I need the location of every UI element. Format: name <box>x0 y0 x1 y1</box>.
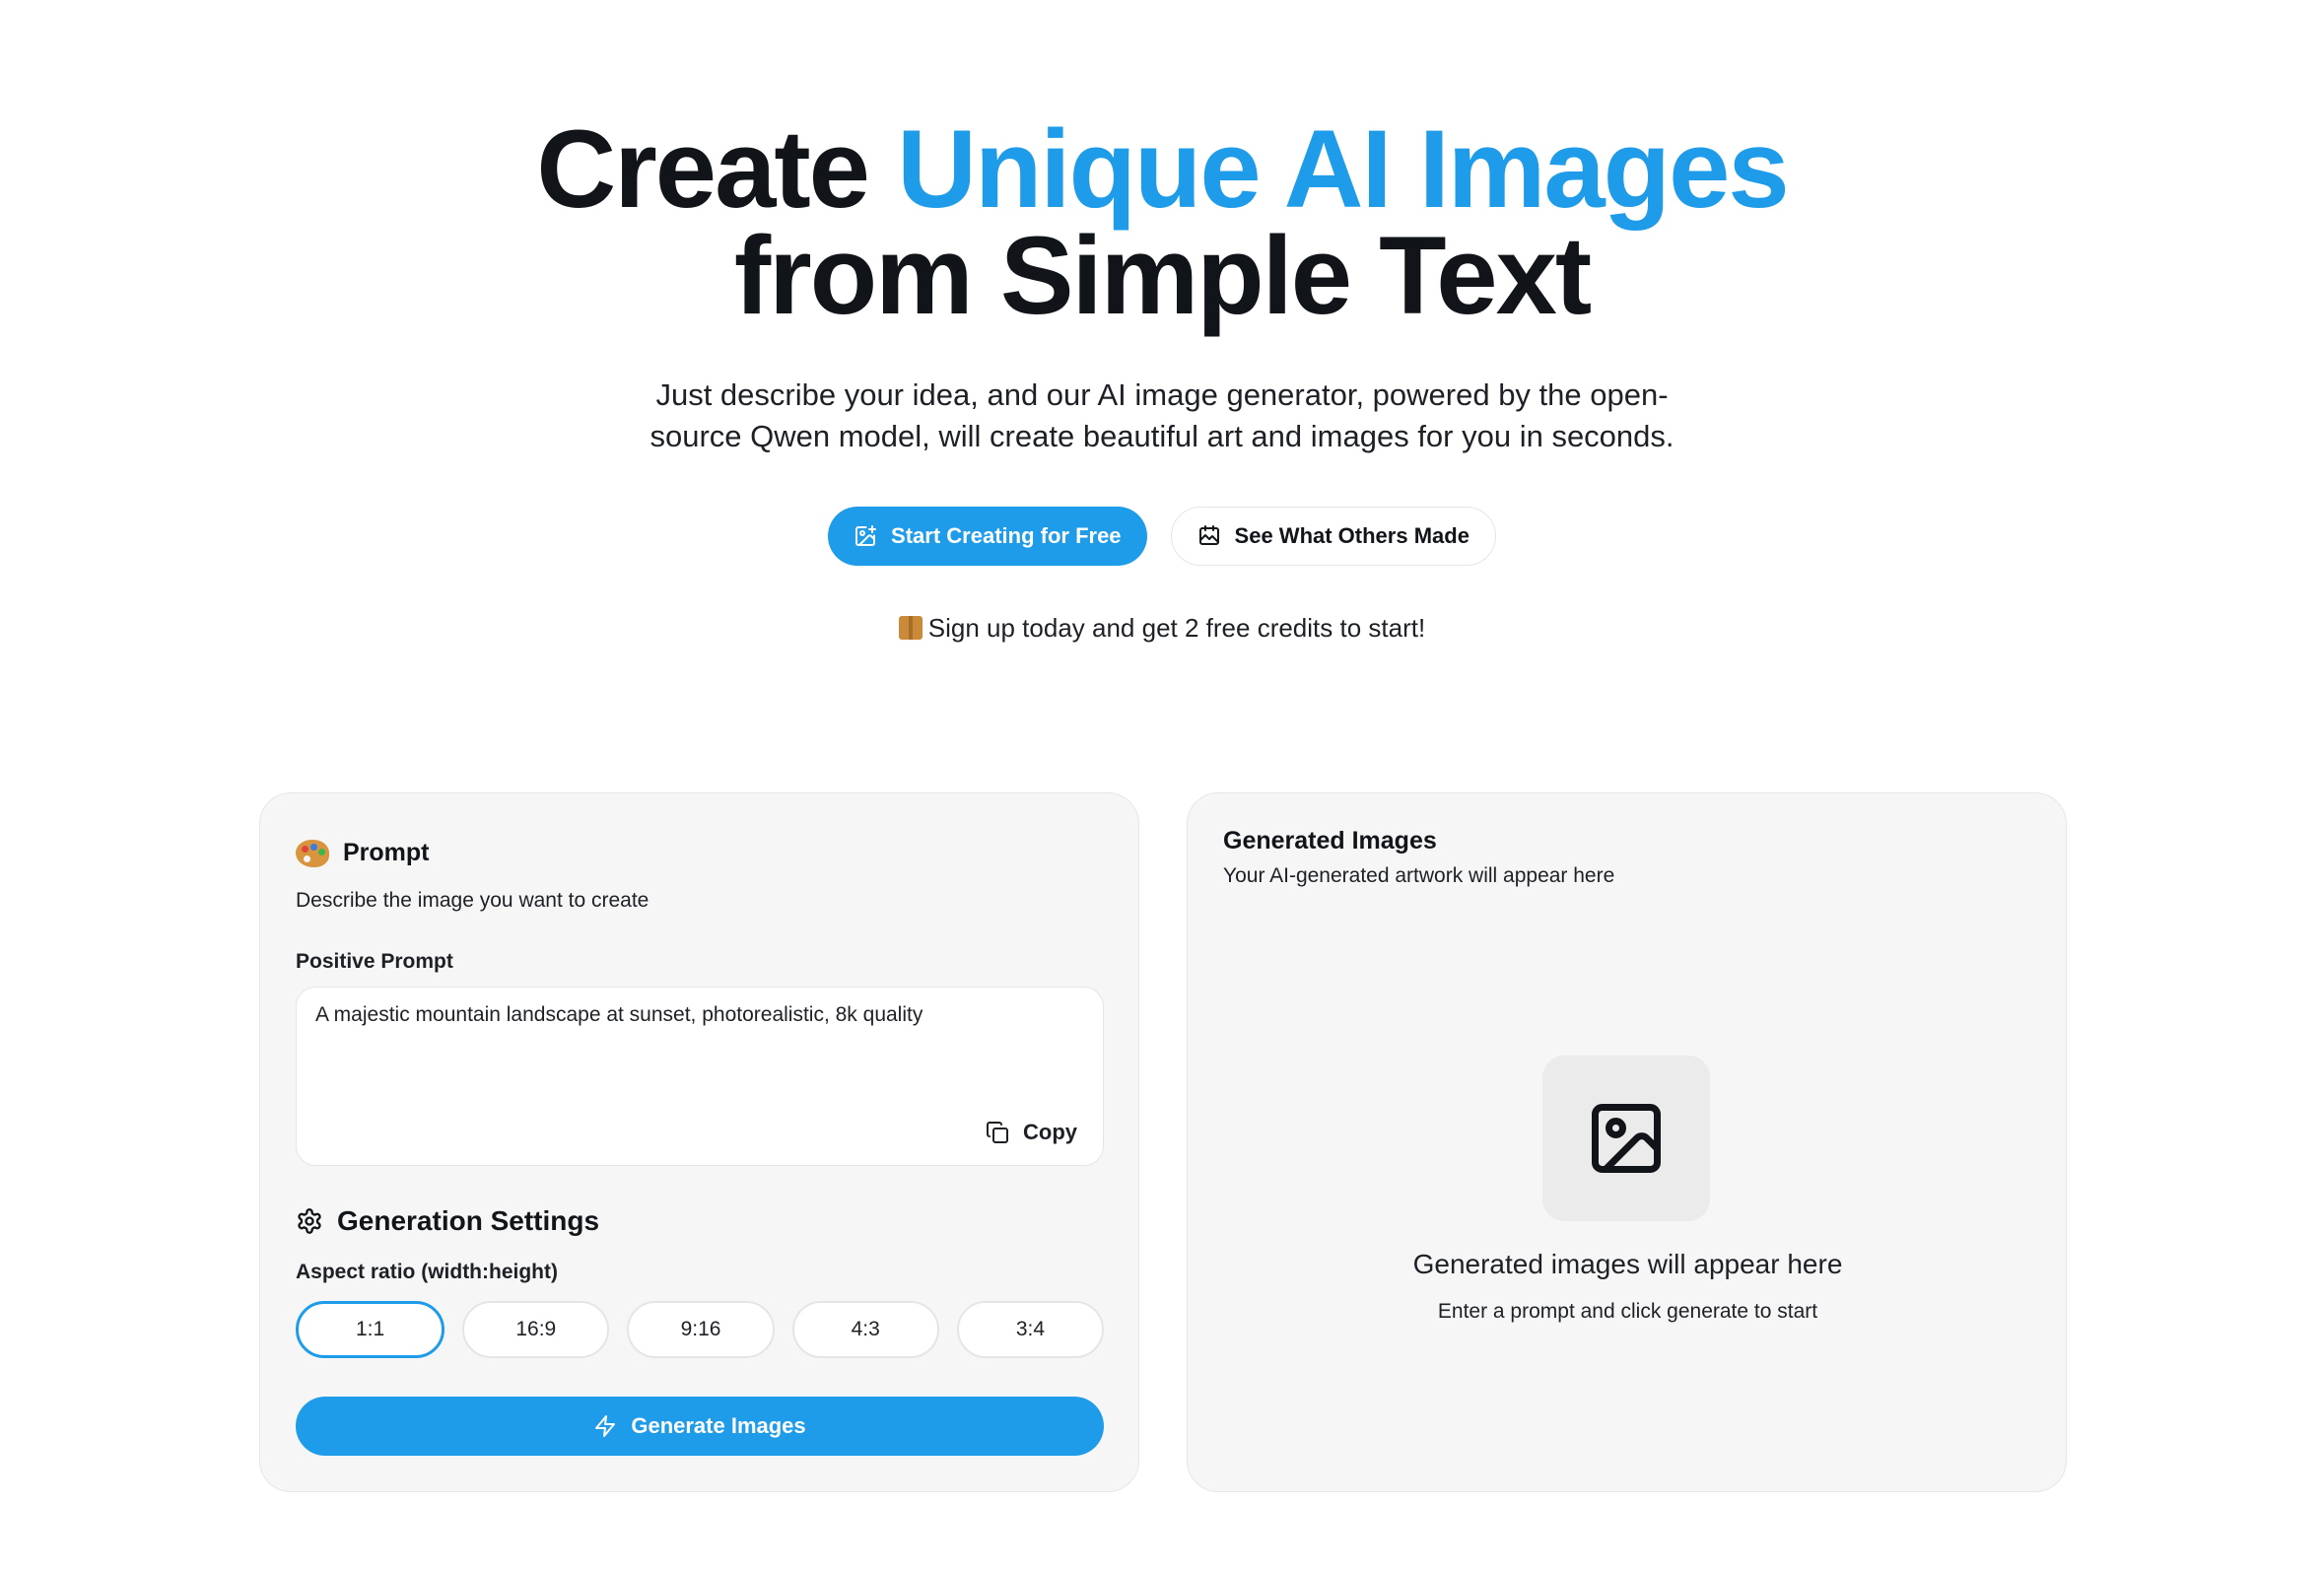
aspect-ratio-label: Aspect ratio (width:height) <box>296 1261 558 1283</box>
positive-prompt-value: A majestic mountain landscape at sunset,… <box>315 1003 923 1026</box>
aspect-ratio-options: 1:1 16:9 9:16 4:3 3:4 <box>296 1301 1105 1358</box>
copy-button[interactable]: Copy <box>986 1120 1077 1145</box>
aspect-option-4-3[interactable]: 4:3 <box>791 1301 939 1358</box>
image-plus-icon <box>855 525 877 546</box>
generate-images-label: Generate Images <box>631 1413 806 1438</box>
generate-images-button[interactable]: Generate Images <box>296 1397 1104 1456</box>
hero-title: Create Unique AI Images from Simple Text <box>0 114 2324 331</box>
gear-icon <box>298 1208 321 1234</box>
generated-images-title: Generated Images <box>1223 827 1437 855</box>
start-creating-button[interactable]: Start Creating for Free <box>828 507 1147 566</box>
package-icon <box>898 616 923 640</box>
positive-prompt-label: Positive Prompt <box>296 950 453 973</box>
image-icon <box>1592 1104 1661 1173</box>
image-placeholder-tile <box>1542 1056 1710 1221</box>
copy-label: Copy <box>1023 1120 1077 1144</box>
hero-subtitle: Just describe your idea, and our AI imag… <box>0 375 2324 457</box>
palette-icon <box>296 839 329 867</box>
prompt-panel: Prompt Describe the image you want to cr… <box>259 792 1139 1492</box>
prompt-title: Prompt <box>343 839 430 866</box>
lightning-icon <box>595 1415 616 1437</box>
hero-title-accent: Unique AI Images <box>897 107 1790 231</box>
hero-title-part1: Create <box>536 107 898 231</box>
generated-images-subtitle: Your AI-generated artwork will appear he… <box>1223 864 1615 887</box>
signup-note: Sign up today and get 2 free credits to … <box>0 613 2324 644</box>
generated-images-panel: Generated Images Your AI-generated artwo… <box>1187 792 2067 1492</box>
aspect-option-9-16[interactable]: 9:16 <box>627 1301 775 1358</box>
generation-settings-header: Generation Settings <box>296 1205 599 1237</box>
aspect-option-16-9[interactable]: 16:9 <box>462 1301 610 1358</box>
prompt-header: Prompt <box>296 839 430 867</box>
hero-title-line2: from Simple Text <box>733 214 1592 337</box>
positive-prompt-input[interactable]: A majestic mountain landscape at sunset,… <box>296 987 1104 1166</box>
see-others-button[interactable]: See What Others Made <box>1170 507 1496 566</box>
empty-state-title: Generated images will appear here <box>1412 1249 1843 1279</box>
see-others-label: See What Others Made <box>1234 523 1470 548</box>
hero-subtitle-line2: source Qwen model, will create beautiful… <box>649 419 1675 453</box>
generation-settings-title: Generation Settings <box>337 1205 600 1236</box>
copy-icon <box>987 1122 1008 1143</box>
prompt-description: Describe the image you want to create <box>296 889 649 912</box>
gallery-icon <box>1198 525 1219 545</box>
cta-row: Start Creating for Free See What Others … <box>0 507 2324 566</box>
signup-note-text: Sign up today and get 2 free credits to … <box>927 613 1426 643</box>
aspect-option-3-4[interactable]: 3:4 <box>956 1301 1105 1358</box>
aspect-option-1-1[interactable]: 1:1 <box>296 1301 445 1358</box>
hero-subtitle-line1: Just describe your idea, and our AI imag… <box>655 377 1669 412</box>
start-creating-label: Start Creating for Free <box>891 523 1122 548</box>
empty-state-subtitle: Enter a prompt and click generate to sta… <box>1437 1300 1818 1323</box>
